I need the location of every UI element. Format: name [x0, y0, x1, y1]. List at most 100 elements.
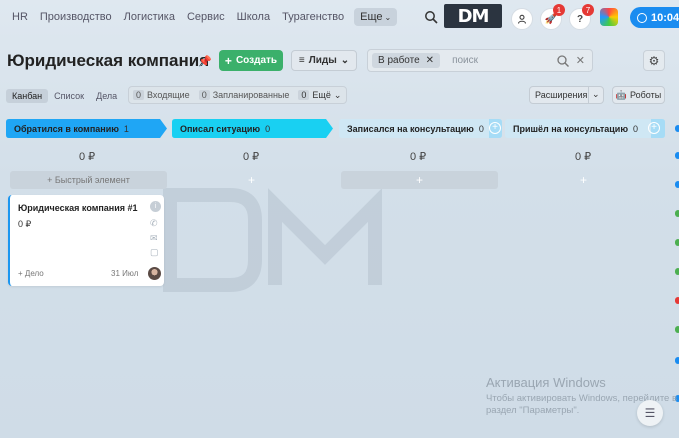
view-switcher: Канбан Список Дела [6, 87, 123, 104]
phone-icon[interactable]: ✆ [150, 218, 158, 229]
counter-value: 0 [133, 90, 145, 100]
settings-button[interactable]: ⚙ [643, 50, 665, 71]
search-icon[interactable] [424, 10, 438, 24]
leads-label: Лиды [308, 55, 337, 66]
close-icon[interactable]: ✕ [426, 55, 434, 66]
side-panel-dot[interactable] [675, 239, 679, 246]
nav-item-school[interactable]: Школа [237, 11, 270, 23]
add-stage-icon[interactable]: + [489, 122, 501, 134]
create-button[interactable]: + Создать [219, 50, 283, 71]
plus-icon: + [224, 53, 232, 68]
leads-button[interactable]: ≡ Лиды ⌄ [291, 50, 357, 71]
counter-label: Запланированные [212, 90, 290, 100]
stage-sum-3: 0 ₽ [410, 151, 427, 163]
work-time-button[interactable]: 10:04 [630, 7, 679, 28]
stage-header-3[interactable]: Записался на консультацию 0 [339, 119, 489, 138]
stage-header-4[interactable]: Пришёл на консультацию 0 [505, 119, 650, 138]
help-badge: 7 [582, 4, 594, 16]
nav-item-travel[interactable]: Турагенство [282, 11, 344, 23]
chevron-down-icon[interactable]: ⌄ [592, 89, 600, 100]
create-label: Создать [235, 55, 278, 66]
funnel-icon: ≡ [298, 55, 305, 66]
nav-item-hr[interactable]: HR [12, 11, 28, 23]
chevron-down-icon: ⌄ [340, 55, 350, 66]
list-icon[interactable]: ☰ [637, 400, 663, 426]
counter-value: 0 [298, 90, 310, 100]
stage-title: Обратился в компанию [14, 123, 119, 134]
notifications-button[interactable]: 🚀 1 [540, 4, 565, 30]
add-activity-link[interactable]: + Дело [18, 269, 44, 278]
stage-header-2[interactable]: Описал ситуацию 0 [172, 119, 332, 138]
deal-card[interactable]: Юридическая компания #1 0 ₽ i ✆ ✉ ▢ + Де… [8, 195, 164, 286]
quick-add-button-4[interactable]: + [505, 171, 662, 189]
stage-title: Записался на консультацию [347, 123, 474, 134]
nav-more-label: Еще [360, 11, 383, 23]
robot-icon: 🤖 [615, 89, 628, 100]
side-panel-dot[interactable] [675, 125, 679, 132]
add-stage-icon[interactable]: + [648, 122, 660, 134]
help-button[interactable]: ? 7 [569, 4, 594, 30]
filter-search-box[interactable]: В работе ✕ ✕ [367, 49, 593, 72]
card-date: 31 Июл [111, 269, 139, 278]
activation-title: Активация Windows [486, 375, 606, 390]
side-panel-dot[interactable] [675, 297, 679, 304]
stage-sum-2: 0 ₽ [243, 151, 260, 163]
counter-incoming[interactable]: 0 Входящие [133, 90, 190, 100]
pin-icon[interactable]: 📌 [198, 55, 212, 68]
chevron-down-icon: ⌄ [384, 12, 392, 22]
card-title[interactable]: Юридическая компания #1 [18, 203, 138, 213]
filter-chip-label: В работе [378, 55, 420, 66]
stage-count: 0 [478, 123, 484, 134]
side-panel-dot[interactable] [675, 268, 679, 275]
robots-label: Роботы [630, 90, 662, 100]
stage-header-1[interactable]: Обратился в компанию 1 [6, 119, 166, 138]
robots-button[interactable]: 🤖 Роботы [612, 86, 665, 104]
stage-sum-1: 0 ₽ [79, 151, 96, 163]
search-icon[interactable] [556, 54, 570, 68]
side-panel-dot[interactable] [675, 357, 679, 364]
view-list[interactable]: Список [48, 89, 90, 103]
work-time: 10:04 [651, 11, 679, 24]
stage-count: 0 [633, 123, 639, 134]
counter-more[interactable]: 0 Ещё ⌄ [298, 90, 341, 101]
info-icon[interactable]: i [150, 201, 161, 212]
chevron-down-icon: ⌄ [333, 89, 342, 100]
filter-chip[interactable]: В работе ✕ [372, 53, 441, 68]
card-sum: 0 ₽ [18, 219, 32, 229]
clear-icon[interactable]: ✕ [576, 54, 585, 67]
side-panel-dot[interactable] [675, 152, 679, 159]
counter-planned[interactable]: 0 Запланированные [198, 90, 290, 100]
view-activities[interactable]: Дела [90, 89, 123, 103]
question-icon: ? [576, 13, 584, 25]
profile-button[interactable] [511, 8, 533, 30]
counter-value: 0 [198, 90, 210, 100]
quick-add-button-1[interactable]: + Быстрый элемент [10, 171, 167, 189]
logo: DM [444, 4, 502, 28]
nav-item-service[interactable]: Сервис [187, 11, 225, 23]
nav-item-logistics[interactable]: Логистика [124, 11, 175, 23]
nav-item-production[interactable]: Производство [40, 11, 112, 23]
stage-title: Описал ситуацию [180, 123, 261, 134]
mail-icon[interactable]: ✉ [150, 233, 158, 244]
quick-add-button-3[interactable]: + [341, 171, 498, 189]
extensions-label: Расширения [535, 90, 588, 100]
divider [588, 87, 589, 103]
watermark-logo [163, 188, 382, 292]
view-kanban[interactable]: Канбан [6, 88, 49, 103]
nav-more-button[interactable]: Еще ⌄ [354, 8, 398, 26]
chat-icon[interactable]: ▢ [150, 247, 159, 258]
quick-add-button-2[interactable]: + [173, 171, 330, 189]
side-panel-dot[interactable] [675, 326, 679, 333]
copilot-icon[interactable] [600, 8, 618, 26]
stage-count: 1 [123, 123, 129, 134]
side-panel-dot[interactable] [675, 210, 679, 217]
counter-label: Входящие [147, 90, 190, 100]
user-icon [517, 14, 527, 24]
extensions-button[interactable]: Расширения ⌄ [529, 86, 604, 104]
page-title: Юридическая компания [7, 51, 210, 70]
search-input[interactable] [452, 55, 553, 66]
avatar[interactable] [148, 267, 161, 280]
side-panel-dot[interactable] [675, 181, 679, 188]
stage-count: 0 [265, 123, 271, 134]
notifications-badge: 1 [553, 4, 565, 16]
